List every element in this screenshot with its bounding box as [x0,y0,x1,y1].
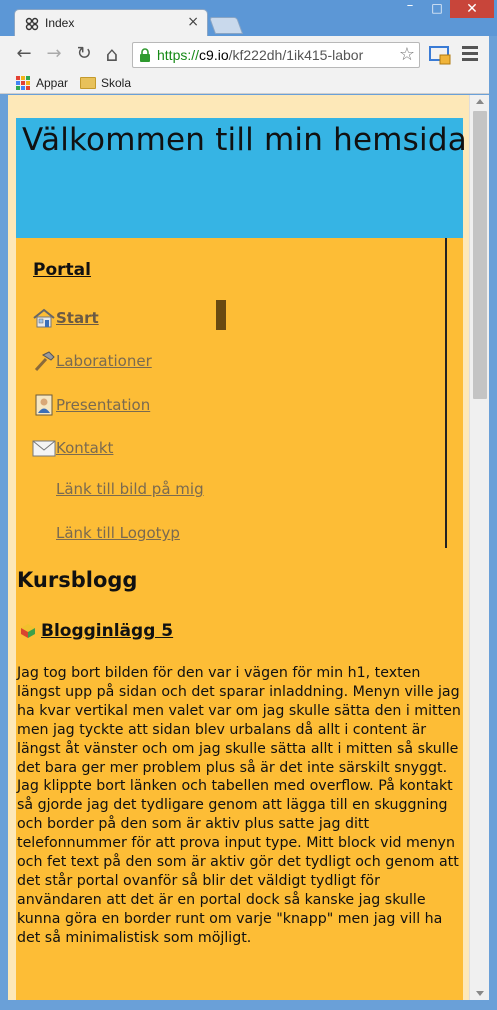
cloud9-favicon-icon [25,17,39,31]
bookmark-skola[interactable]: Skola [80,75,131,91]
browser-tab[interactable]: Index × [14,9,208,37]
url-text: https://c9.io/kf222dh/1ik415-labor [157,47,364,63]
tab-close-icon[interactable]: × [187,14,199,30]
folder-icon [80,77,96,89]
blog-title: Kursblogg [17,568,138,592]
portrait-icon [35,394,53,416]
window-minimize-button[interactable]: – [396,0,424,18]
nav-item-presentation[interactable]: Presentation [32,393,150,417]
scroll-up-arrow-icon[interactable] [476,99,484,104]
bookmarks-bar: Appar Skola [0,72,497,94]
vertical-scrollbar[interactable] [469,95,489,1000]
page-title: Välkommen till min hemsida [22,122,467,158]
page-container: Välkommen till min hemsida Portal Start [16,118,467,1000]
site-header: Välkommen till min hemsida [16,118,467,238]
window-frame-left [0,94,8,1010]
house-icon [33,308,55,328]
back-button[interactable]: ← [12,42,36,66]
nav-link-presentation[interactable]: Presentation [56,396,150,414]
window-close-button[interactable]: ✕ [450,0,494,18]
reload-button[interactable]: ↻ [72,42,96,66]
browser-toolbar: ← → ↻ ⌂ https://c9.io/kf222dh/1ik415-lab… [0,36,497,72]
address-bar[interactable]: https://c9.io/kf222dh/1ik415-labor ☆ [132,42,420,68]
chrome-menu-icon[interactable] [462,46,478,62]
nav-link-kontakt[interactable]: Kontakt [56,439,113,457]
lock-icon [140,48,150,62]
link-logotyp[interactable]: Länk till Logotyp [56,524,180,542]
nav-item-kontakt[interactable]: Kontakt [32,436,113,460]
hammer-icon [34,351,55,372]
new-tab-button[interactable] [208,17,244,34]
link-bild-pa-mig[interactable]: Länk till bild på mig [56,480,204,498]
window-maximize-button[interactable]: □ [424,0,450,18]
post-body: Jag tog bort bilden för den var i vägen … [17,665,461,946]
nav-item-laborationer[interactable]: Laborationer [32,349,152,373]
post-heading: Blogginlägg 5 [20,621,173,641]
tab-title: Index [45,16,75,30]
post-title[interactable]: Blogginlägg 5 [41,621,173,641]
page-viewport: Välkommen till min hemsida Portal Start [8,95,469,1000]
cube-bullet-icon [21,624,35,638]
scrollbar-thumb[interactable] [473,111,487,399]
apps-grid-icon [16,76,30,90]
active-nav-marker [216,300,226,330]
cast-extension-icon[interactable] [428,44,452,66]
nav-link-laborationer[interactable]: Laborationer [56,352,152,370]
scroll-down-arrow-icon[interactable] [476,991,484,996]
window-frame-right [489,36,497,1010]
forward-button[interactable]: → [42,42,66,66]
envelope-icon [32,440,56,457]
nav-item-start[interactable]: Start [32,306,99,330]
portal-nav: Portal Start Laborationer Presentation K… [16,238,447,548]
home-button[interactable]: ⌂ [100,42,124,66]
title-bar: Index × – □ ✕ [0,0,497,37]
bookmark-apps[interactable]: Appar [16,75,68,91]
nav-heading: Portal [33,260,91,280]
nav-link-start[interactable]: Start [56,309,99,327]
bookmark-star-icon[interactable]: ☆ [399,44,415,65]
window-frame-bottom [0,1000,497,1010]
